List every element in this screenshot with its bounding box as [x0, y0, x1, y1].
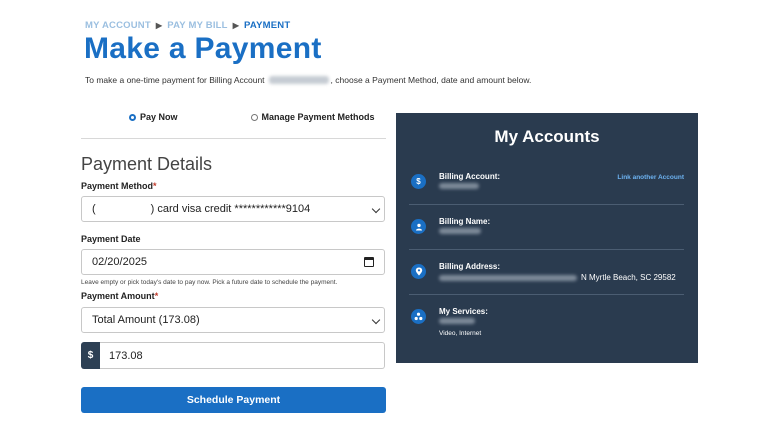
- my-services-label: My Services:: [439, 307, 488, 316]
- intro-text-end: , choose a Payment Method, date and amou…: [330, 75, 532, 85]
- required-asterisk: *: [154, 291, 159, 301]
- billing-address-label: Billing Address:: [439, 262, 501, 271]
- breadcrumb-my-account[interactable]: MY ACCOUNT: [85, 20, 151, 31]
- payment-date-hint: Leave empty or pick today's date to pay …: [81, 279, 338, 286]
- payment-method-label: Payment Method*: [81, 181, 157, 191]
- manage-payment-methods-label: Manage Payment Methods: [261, 112, 375, 122]
- breadcrumb-current: PAYMENT: [244, 20, 291, 31]
- payment-mode-radio-group: Pay Now Manage Payment Methods: [81, 112, 386, 122]
- billing-address-value: N Myrtle Beach, SC 29582: [439, 273, 676, 282]
- billing-account-row: $ Billing Account: Link another Account: [409, 172, 684, 202]
- person-icon: [411, 219, 426, 234]
- my-services-id: [439, 318, 475, 324]
- dollar-icon: $: [81, 342, 100, 369]
- pay-now-label: Pay Now: [140, 112, 178, 122]
- intro-text-start: To make a one-time payment for Billing A…: [85, 75, 265, 85]
- pay-now-radio[interactable]: Pay Now: [129, 112, 178, 122]
- accounts-divider: [409, 294, 684, 295]
- accounts-divider: [409, 249, 684, 250]
- intro-text: To make a one-time payment for Billing A…: [85, 75, 531, 85]
- calendar-icon[interactable]: [364, 257, 374, 267]
- payment-method-value: ) card visa credit ************9104: [150, 203, 311, 215]
- manage-payment-methods-radio[interactable]: Manage Payment Methods: [250, 112, 375, 122]
- radio-unselected-icon[interactable]: [250, 113, 258, 121]
- billing-account-label: Billing Account:: [439, 172, 501, 181]
- amount-input-group: $ 173.08: [81, 342, 385, 369]
- my-services-row: My Services: Video, Internet: [409, 307, 684, 347]
- billing-account-value: [439, 183, 479, 189]
- my-accounts-title: My Accounts: [494, 127, 600, 146]
- amount-input-value: 173.08: [109, 349, 143, 362]
- my-accounts-panel: My Accounts $ Billing Account: Link anot…: [396, 113, 698, 363]
- payment-method-label-text: Payment Method: [81, 181, 154, 191]
- billing-name-row: Billing Name:: [409, 217, 684, 247]
- payment-amount-label-text: Payment Amount: [81, 291, 155, 301]
- page-title: Make a Payment: [84, 32, 322, 65]
- payment-amount-select[interactable]: Total Amount (173.08): [81, 307, 385, 333]
- billing-name-label: Billing Name:: [439, 217, 491, 226]
- amount-input[interactable]: 173.08: [100, 342, 385, 369]
- redacted-billing-name: [439, 228, 481, 234]
- payment-details-title: Payment Details: [81, 154, 213, 174]
- my-services-value: Video, Internet: [439, 330, 482, 337]
- billing-address-row: Billing Address: N Myrtle Beach, SC 2958…: [409, 262, 684, 292]
- payment-method-open-paren: (: [92, 203, 96, 215]
- payment-method-select[interactable]: ( ) card visa credit ************9104: [81, 196, 385, 222]
- breadcrumb-pay-my-bill[interactable]: PAY MY BILL: [167, 20, 227, 31]
- payment-amount-label: Payment Amount*: [81, 291, 158, 301]
- breadcrumb-separator-icon: ▶: [155, 21, 163, 30]
- billing-address-city: N Myrtle Beach, SC 29582: [581, 273, 676, 282]
- redacted-billing-account: [439, 183, 479, 189]
- payment-amount-select-value: Total Amount (173.08): [92, 314, 200, 326]
- chevron-down-icon: [371, 204, 381, 214]
- payment-date-value: 02/20/2025: [92, 256, 148, 268]
- accounts-divider: [409, 204, 684, 205]
- breadcrumb: MY ACCOUNT ▶ PAY MY BILL ▶ PAYMENT: [85, 20, 290, 31]
- redacted-service-id: [439, 318, 475, 324]
- payment-date-input[interactable]: 02/20/2025: [81, 249, 385, 275]
- billing-name-value: [439, 228, 481, 234]
- chevron-down-icon: [371, 315, 381, 325]
- link-another-account-link[interactable]: Link another Account: [617, 174, 684, 181]
- redacted-account-number: [268, 76, 329, 84]
- section-divider: [81, 138, 386, 139]
- dollar-icon: $: [411, 174, 426, 189]
- required-asterisk: *: [153, 181, 157, 191]
- payment-date-label: Payment Date: [81, 234, 141, 244]
- location-pin-icon: [411, 264, 426, 279]
- services-icon: [411, 309, 426, 324]
- breadcrumb-separator-icon: ▶: [232, 21, 240, 30]
- schedule-payment-button[interactable]: Schedule Payment: [81, 387, 386, 413]
- radio-selected-icon[interactable]: [129, 113, 136, 121]
- redacted-street-address: [439, 274, 577, 281]
